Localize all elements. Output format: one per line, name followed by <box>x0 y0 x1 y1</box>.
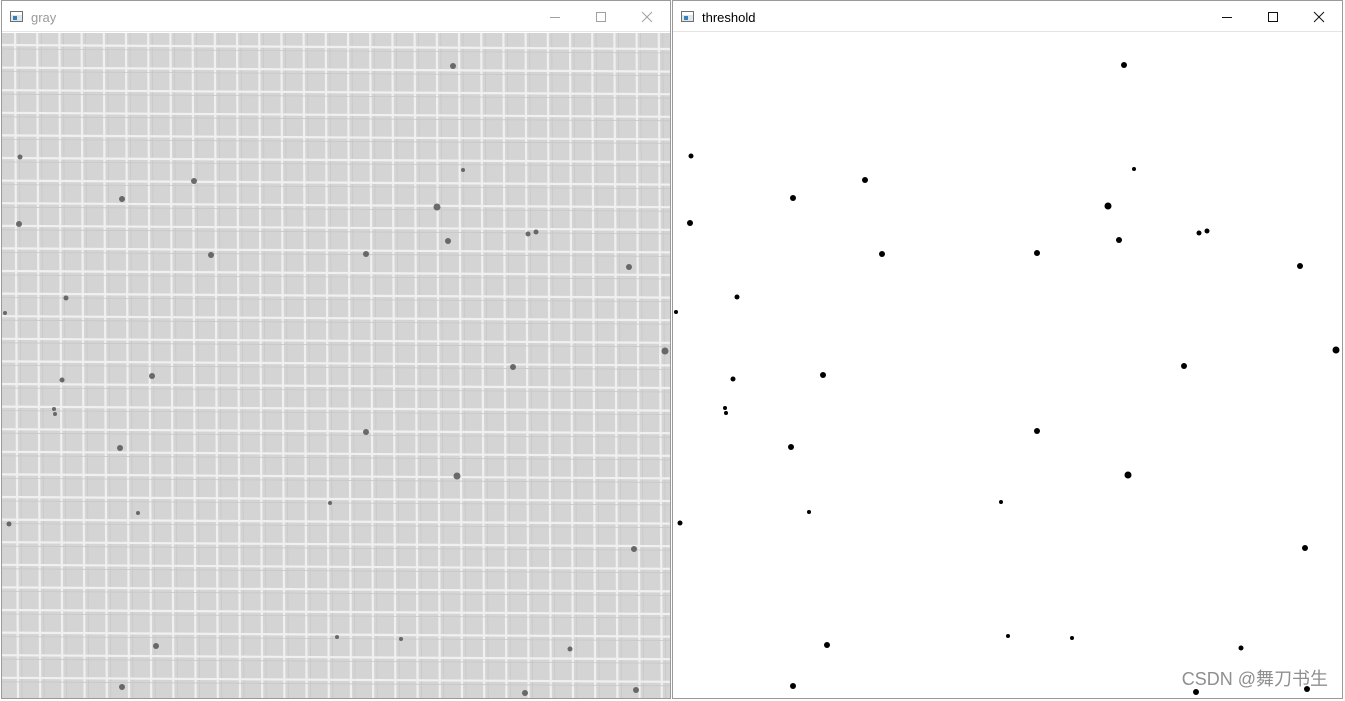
cell <box>3 311 7 315</box>
cell <box>16 221 22 227</box>
blob <box>1204 228 1210 234</box>
app-window-icon <box>681 11 694 22</box>
blob <box>1181 363 1187 369</box>
cell <box>117 445 123 451</box>
gray-window[interactable]: gray <box>1 0 671 699</box>
cell <box>445 238 451 244</box>
blob <box>862 177 868 183</box>
grayscale-microscope-image <box>2 33 670 698</box>
cell <box>522 690 528 696</box>
cell <box>631 546 637 552</box>
blob <box>1104 202 1112 210</box>
threshold-background <box>673 33 1342 698</box>
close-button[interactable] <box>1296 1 1342 32</box>
cell <box>633 687 639 693</box>
maximize-button[interactable] <box>578 1 624 32</box>
cell <box>567 646 573 652</box>
cell <box>450 63 456 69</box>
maximize-icon <box>596 11 606 22</box>
cell <box>433 203 441 211</box>
window-title: gray <box>31 10 57 25</box>
blob <box>820 372 826 378</box>
window-title: threshold <box>702 10 756 25</box>
cell <box>399 637 403 641</box>
minimize-button[interactable] <box>1204 1 1250 32</box>
blob <box>1332 346 1340 354</box>
cell <box>510 364 516 370</box>
threshold-window[interactable]: threshold CSDN @舞刀书生 <box>672 0 1343 699</box>
cell <box>119 196 125 202</box>
blob <box>1121 62 1127 68</box>
blob <box>1034 428 1040 434</box>
cell <box>149 373 155 379</box>
blob <box>734 294 740 300</box>
cell <box>59 377 65 383</box>
maximize-icon <box>1268 11 1278 22</box>
blob <box>790 683 796 689</box>
close-button[interactable] <box>624 1 670 32</box>
blob <box>674 310 678 314</box>
blob <box>730 376 736 382</box>
cell <box>208 252 214 258</box>
cell <box>525 231 531 237</box>
close-icon <box>1313 11 1325 22</box>
cell <box>52 407 56 411</box>
threshold-titlebar[interactable]: threshold <box>673 1 1342 32</box>
blob <box>1124 471 1132 479</box>
cell <box>626 264 632 270</box>
app-window-icon <box>10 11 23 22</box>
cell <box>153 643 159 649</box>
blob <box>1034 250 1040 256</box>
maximize-button[interactable] <box>1250 1 1296 32</box>
cell <box>453 472 461 480</box>
blob <box>807 510 811 514</box>
minimize-button[interactable] <box>532 1 578 32</box>
blob <box>999 500 1003 504</box>
blob <box>688 153 694 159</box>
gray-titlebar[interactable]: gray <box>2 1 670 32</box>
minimize-icon <box>1222 16 1232 18</box>
blob <box>788 444 794 450</box>
blob <box>1302 545 1308 551</box>
cell <box>335 635 339 639</box>
binary-threshold-image <box>673 33 1342 698</box>
blob <box>1116 237 1122 243</box>
blob <box>724 411 728 415</box>
blob <box>879 251 885 257</box>
blob <box>790 195 796 201</box>
blob <box>723 406 727 410</box>
close-icon <box>641 11 653 22</box>
cell <box>17 154 23 160</box>
cell <box>6 521 12 527</box>
cell <box>63 295 69 301</box>
minimize-icon <box>550 16 560 18</box>
blob <box>1196 230 1202 236</box>
blob <box>1132 167 1136 171</box>
blob <box>1238 645 1244 651</box>
blob <box>1006 634 1010 638</box>
cell <box>328 501 332 505</box>
blob <box>687 220 693 226</box>
cell <box>53 412 57 416</box>
cell <box>363 429 369 435</box>
cell <box>136 511 140 515</box>
cell <box>533 229 539 235</box>
watermark: CSDN @舞刀书生 <box>1181 669 1328 689</box>
cell <box>191 178 197 184</box>
cell <box>661 347 669 355</box>
cell <box>461 168 465 172</box>
blob <box>824 642 830 648</box>
threshold-image: CSDN @舞刀书生 <box>673 33 1342 698</box>
blob <box>1297 263 1303 269</box>
blob <box>1070 636 1074 640</box>
cell <box>119 684 125 690</box>
gray-image <box>2 33 670 698</box>
cell <box>363 251 369 257</box>
blob <box>677 520 683 526</box>
